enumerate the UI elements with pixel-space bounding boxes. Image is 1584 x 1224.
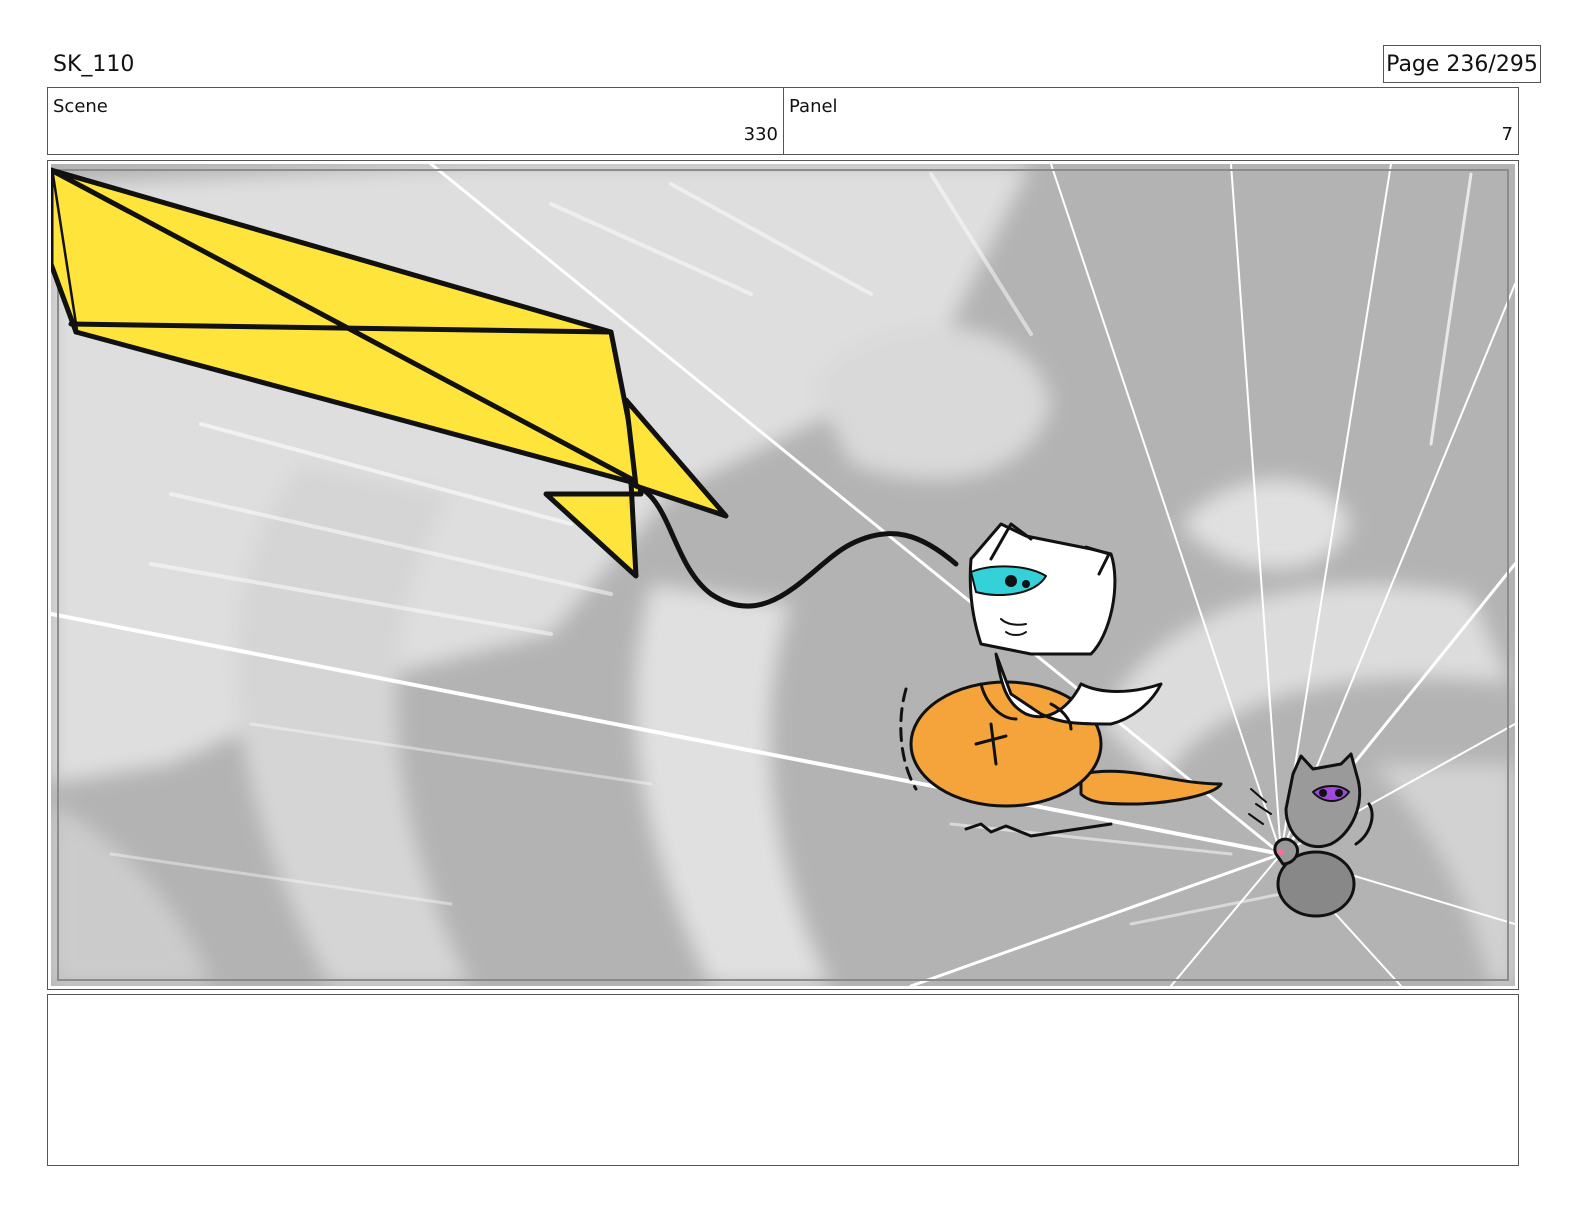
scene-panel-row: Scene 330 Panel 7 — [47, 87, 1519, 155]
page-number: Page 236/295 — [1383, 45, 1541, 83]
panel-cell: Panel 7 — [784, 88, 1518, 154]
panel-label: Panel — [789, 96, 838, 117]
storyboard-drawing — [51, 164, 1515, 986]
notes-box — [47, 994, 1519, 1166]
storyboard-frame — [47, 160, 1519, 990]
scene-label: Scene — [53, 96, 108, 117]
scene-cell: Scene 330 — [48, 88, 784, 154]
scene-number: 330 — [743, 124, 778, 145]
document-id: SK_110 — [53, 52, 135, 77]
panel-number: 7 — [1501, 124, 1513, 145]
